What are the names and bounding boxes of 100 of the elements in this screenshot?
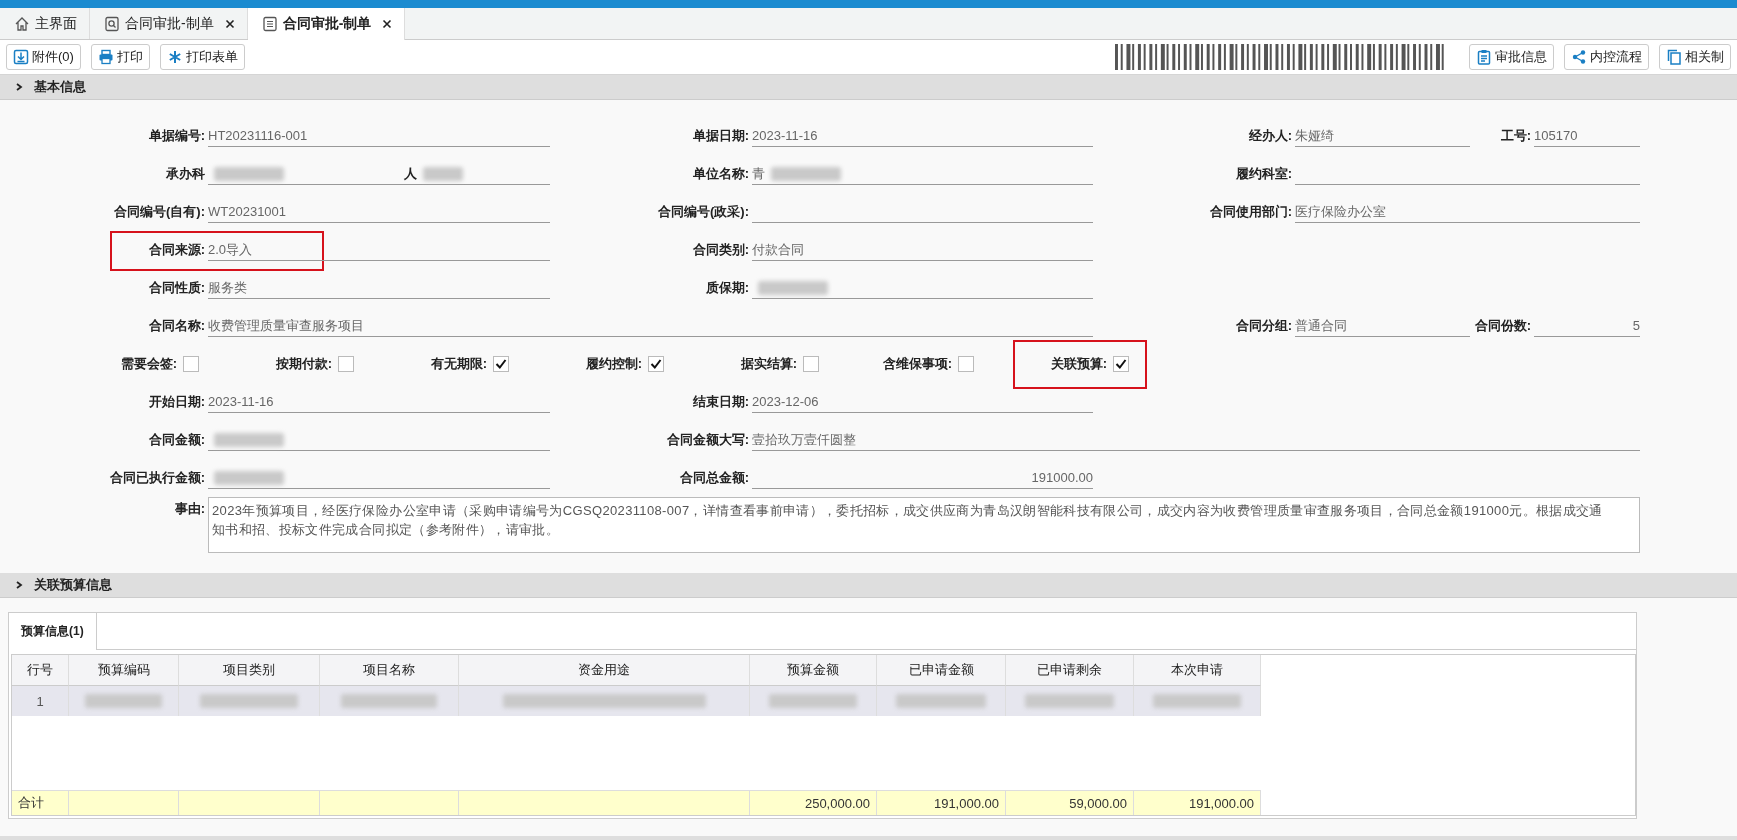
field-label: 单位名称: (692, 166, 749, 181)
checkbox-label: 按期付款: (275, 355, 332, 373)
input-field[interactable]: WT20231001 (208, 201, 550, 223)
download-icon (13, 49, 29, 65)
document-icon (261, 16, 278, 32)
field-label: 合同已执行金额: (109, 470, 205, 485)
toolbar-button[interactable]: 相关制 (1659, 44, 1731, 70)
input-field[interactable]: 2023-12-06 (752, 391, 1093, 413)
table-cell: 191,000.00 (1188, 795, 1254, 811)
table-cell: 合计 (18, 794, 44, 812)
checkbox[interactable] (648, 356, 664, 372)
column-header: 预算金额 (750, 655, 877, 686)
tab[interactable]: 预算信息(1) (9, 613, 97, 650)
home-icon (14, 15, 30, 32)
field-label: 合同分组: (1235, 318, 1292, 333)
input-field[interactable]: 105170 (1534, 125, 1640, 147)
printer-icon (97, 49, 114, 65)
close-icon[interactable] (224, 18, 235, 29)
checkbox-label: 需要会签: (120, 355, 177, 373)
checkbox[interactable] (493, 356, 509, 372)
checkbox-label: 据实结算: (740, 355, 797, 373)
field-label: 开始日期: (148, 394, 205, 409)
toolbar-button[interactable]: 打印 (90, 44, 150, 70)
field-label: 承办科 (166, 166, 205, 181)
field-label: 履约科室: (1235, 166, 1292, 181)
toolbar-button[interactable]: 审批信息 (1469, 44, 1554, 70)
input-field[interactable]: 5 (1534, 315, 1640, 337)
tab[interactable]: 主界面 (0, 8, 90, 39)
field-label: 结束日期: (692, 394, 749, 409)
column-header: 预算编码 (69, 655, 179, 686)
checkbox[interactable] (958, 356, 974, 372)
section-header[interactable]: 关联预算信息 (0, 573, 1737, 598)
column-header: 本次申请 (1134, 655, 1261, 686)
clipboard-icon (1476, 49, 1492, 65)
input-field[interactable]: 青 (752, 163, 1093, 185)
column-header: 资金用途 (459, 655, 750, 686)
input-field[interactable]: 2023-11-16 (752, 125, 1093, 147)
checkbox-label: 关联预算: (1050, 355, 1107, 373)
text-area[interactable]: 2023年预算项目，经医疗保险办公室申请（采购申请编号为CGSQ20231108-007，详情查看事前申请），委托招标，成交供应商为青岛汉朗智能科技有限公司，成交内容为收费管理质量审查服务项目，合同总金额191000元。根据成交通知书和招、投标文件完成合同拟定（参考附件），请审批。 (208, 497, 1640, 553)
toolbar-button[interactable]: 打印表单 (159, 44, 245, 70)
table-cell: 191,000.00 (933, 795, 999, 811)
input-field[interactable]: 朱娅绮 (1295, 125, 1470, 147)
tab-label: 合同审批-制单 (282, 15, 372, 33)
field-label: 合同类别: (692, 242, 749, 257)
field-label: 合同名称: (148, 318, 205, 333)
input-field[interactable]: 2.0导入 (208, 239, 550, 261)
field-label: 合同编号(自有): (114, 204, 205, 219)
tab[interactable]: 合同审批-制单 (90, 8, 248, 39)
column-header: 项目名称 (320, 655, 459, 686)
input-field[interactable]: 191000.00 (752, 467, 1093, 489)
section-title: 基本信息 (34, 78, 86, 96)
column-header: 行号 (12, 655, 69, 686)
field-label: 合同金额: (148, 432, 205, 447)
toolbar-button[interactable]: 附件(0) (6, 44, 81, 70)
checkbox-label: 履约控制: (585, 355, 642, 373)
input-field[interactable]: 普通合同 (1295, 315, 1470, 337)
input-field[interactable]: 人 (208, 163, 550, 185)
copy-icon (1666, 49, 1682, 65)
field-label: 合同来源: (148, 242, 205, 257)
tab-label: 合同审批-制单 (125, 14, 214, 33)
input-field[interactable]: HT20231116-001 (208, 125, 550, 147)
field-label: 合同金额大写: (666, 432, 749, 447)
table-cell: 59,000.00 (1069, 795, 1127, 811)
input-field[interactable]: 2023-11-16 (208, 391, 550, 413)
field-label: 事由: (174, 501, 205, 516)
field-label: 合同编号(政采): (658, 204, 749, 219)
input-field[interactable]: 收费管理质量审查服务项目 (208, 315, 1093, 337)
section-title: 关联预算信息 (34, 576, 112, 594)
blurred-text (423, 166, 463, 181)
checkbox[interactable] (803, 356, 819, 372)
close-icon[interactable] (382, 19, 393, 29)
input-field[interactable]: 服务类 (208, 277, 550, 299)
checkbox[interactable] (1113, 356, 1129, 372)
field-label: 合同使用部门: (1209, 204, 1292, 219)
input-field[interactable]: 壹拾玖万壹仟圆整 (752, 429, 1640, 451)
table-cell: 1 (36, 693, 44, 709)
field-label: 工号: (1500, 128, 1531, 143)
field-label: 合同份数: (1474, 318, 1531, 333)
input-field[interactable]: 医疗保险办公室 (1295, 201, 1640, 223)
input-field[interactable]: 付款合同 (752, 239, 1093, 261)
share-icon (1571, 49, 1587, 65)
field-label: 经办人: (1248, 128, 1292, 143)
section-header[interactable]: 基本信息 (0, 75, 1737, 100)
table-row[interactable]: 1 (12, 686, 1261, 716)
checkbox[interactable] (338, 356, 354, 372)
field-label: 单据日期: (692, 128, 749, 143)
tab[interactable]: 合同审批-制单 (247, 8, 406, 40)
field-label: 单据编号: (148, 128, 205, 143)
field-label: 合同总金额: (679, 470, 749, 485)
field-label: 合同性质: (148, 280, 205, 295)
search-document-icon (104, 15, 120, 32)
checkbox[interactable] (183, 356, 199, 372)
column-header: 项目类别 (179, 655, 320, 686)
checkbox-label: 有无期限: (430, 355, 487, 373)
tab-label: 主界面 (35, 14, 77, 33)
checkbox-label: 含维保事项: (882, 355, 952, 373)
column-header: 已申请金额 (877, 655, 1006, 686)
toolbar-button[interactable]: 内控流程 (1564, 44, 1649, 70)
column-header: 已申请剩余 (1006, 655, 1134, 686)
field-label: 质保期: (705, 280, 749, 295)
